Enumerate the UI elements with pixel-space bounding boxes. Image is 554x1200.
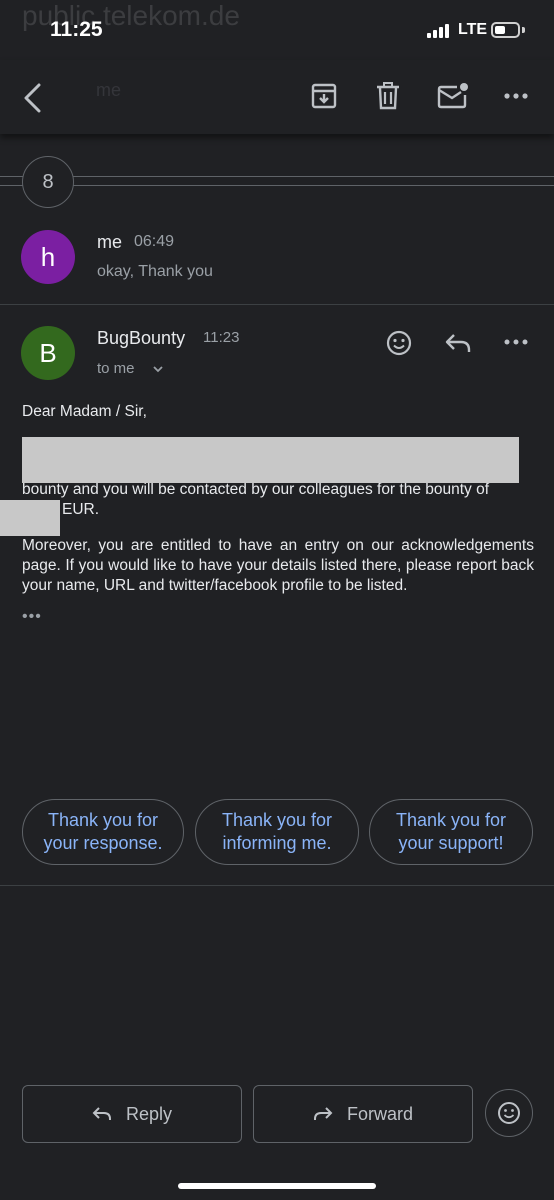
archive-icon[interactable] [306, 78, 342, 114]
home-indicator[interactable] [178, 1183, 376, 1189]
faded-sender: me [96, 80, 122, 100]
redaction-block [22, 437, 519, 483]
redaction-block [0, 500, 60, 536]
more-options-icon[interactable] [499, 328, 533, 356]
reply-arrow-icon [92, 1107, 111, 1120]
status-bar: 11:25 LTE [0, 0, 554, 60]
avatar[interactable]: h [21, 230, 75, 284]
chevron-down-icon[interactable] [150, 362, 166, 376]
app-bar: me [0, 60, 554, 134]
more-vert-icon[interactable] [498, 80, 534, 112]
collapsed-count-badge[interactable]: 8 [22, 156, 74, 208]
reply-icon[interactable] [441, 327, 475, 359]
email-greeting: Dear Madam / Sir, [22, 403, 147, 420]
smart-reply-chip[interactable]: Thank you for informing me. [195, 799, 359, 865]
message-snippet[interactable]: okay, Thank you [97, 263, 213, 281]
show-trimmed-content-icon[interactable]: ••• [22, 607, 534, 627]
forward-label: Forward [346, 1103, 413, 1124]
message-time: 11:23 [203, 329, 240, 346]
forward-button[interactable]: Forward [253, 1085, 473, 1143]
battery-icon [491, 22, 520, 38]
add-reaction-icon[interactable] [383, 327, 415, 359]
reply-button[interactable]: Reply [22, 1085, 242, 1143]
sender-name: me [97, 232, 123, 252]
back-arrow-icon[interactable] [14, 78, 50, 118]
email-paragraph: Moreover, you are entitled to have an en… [22, 537, 534, 594]
recipient-label[interactable]: to me [97, 360, 135, 377]
emoji-reaction-button[interactable] [485, 1089, 533, 1137]
forward-arrow-icon [313, 1107, 333, 1120]
email-body-line: EUR. [62, 501, 100, 518]
network-label: LTE [458, 21, 488, 38]
emoji-icon [498, 1102, 520, 1124]
smart-reply-chip[interactable]: Thank you for your support! [369, 799, 533, 865]
signal-icon [427, 24, 453, 38]
smart-reply-chip[interactable]: Thank you for your response. [22, 799, 184, 865]
reply-label: Reply [125, 1103, 173, 1124]
status-time: 11:25 [50, 18, 103, 41]
avatar[interactable]: B [21, 326, 75, 380]
email-body-line: bounty and you will be contacted by our … [22, 481, 490, 498]
message-time: 06:49 [134, 233, 175, 250]
delete-icon[interactable] [370, 78, 406, 114]
mark-unread-icon[interactable] [435, 78, 471, 114]
email-thread-screen: public.telekom.de 11:25 LTE me 8 h me 06… [0, 0, 554, 1200]
sender-name: BugBounty [97, 328, 186, 348]
